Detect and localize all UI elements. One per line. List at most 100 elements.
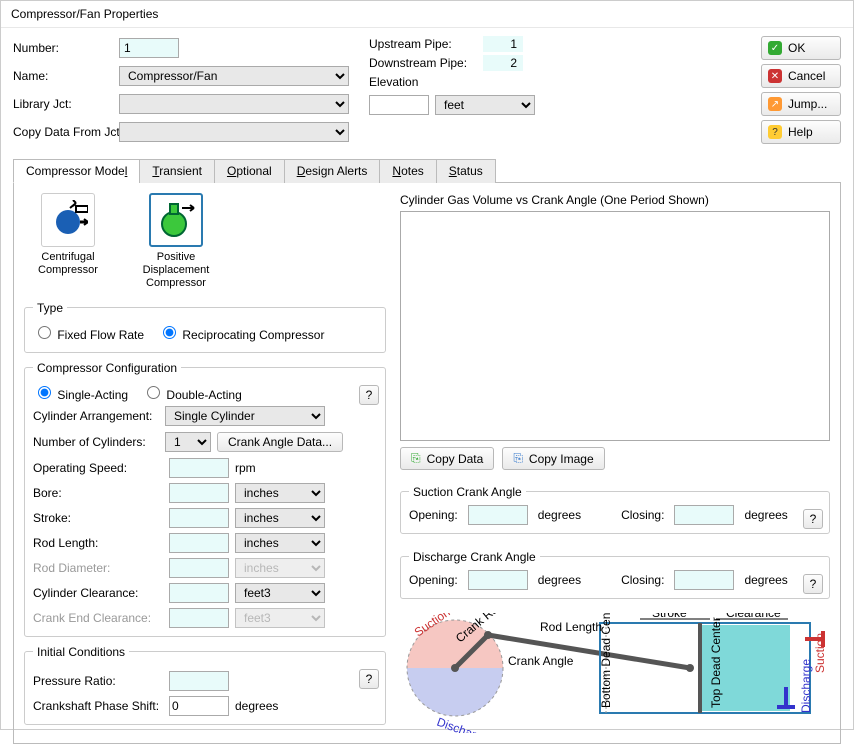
copy-data-icon: ⎘ (411, 451, 421, 466)
double-acting-label[interactable]: Double-Acting (142, 383, 242, 402)
recip-radio-label[interactable]: Reciprocating Compressor (158, 323, 324, 342)
initial-help-button[interactable]: ? (359, 669, 379, 689)
phase-unit: degrees (235, 699, 325, 713)
elevation-unit[interactable]: feet (435, 95, 535, 115)
bore-input[interactable] (169, 483, 229, 503)
plot-section: Cylinder Gas Volume vs Crank Angle (One … (400, 193, 830, 477)
pratio-input[interactable] (169, 671, 229, 691)
top-section: Number: Name: Compressor/Fan Library Jct… (13, 36, 841, 144)
cyl-arrange-label: Cylinder Arrangement: (33, 409, 159, 423)
discharge-legend: Discharge Crank Angle (409, 550, 540, 564)
discharge-help-button[interactable]: ? (803, 574, 823, 594)
help-button[interactable]: ?Help (761, 120, 841, 144)
bore-label: Bore: (33, 486, 163, 500)
copy-data-button[interactable]: ⎘Copy Data (400, 447, 494, 470)
ok-button[interactable]: ✓OK (761, 36, 841, 60)
numcyl-select[interactable]: 1 (165, 432, 211, 452)
tab-notes[interactable]: Notes (379, 159, 436, 183)
rodlen-unit[interactable]: inches (235, 533, 325, 553)
content-area: Number: Name: Compressor/Fan Library Jct… (1, 28, 853, 752)
tab-compressor-model[interactable]: Compressor Model (13, 159, 140, 183)
crankclear-unit: feet3 (235, 608, 325, 628)
name-select[interactable]: Compressor/Fan (119, 66, 349, 86)
left-column: Centrifugal Compressor Positive Displace… (24, 193, 386, 733)
suction-closing-input[interactable] (674, 505, 734, 525)
config-fieldset: Compressor Configuration ? Single-Acting… (24, 361, 386, 637)
suction-opening-label: Opening: (409, 508, 458, 522)
jump-button[interactable]: ↗Jump... (761, 92, 841, 116)
cylclear-unit[interactable]: feet3 (235, 583, 325, 603)
type-legend: Type (33, 301, 67, 315)
x-icon: ✕ (768, 69, 782, 83)
question-icon: ? (768, 125, 782, 139)
positive-disp-model-button[interactable]: Positive Displacement Compressor (132, 193, 220, 291)
stroke-label: Stroke: (33, 511, 163, 525)
svg-text:Discharge: Discharge (799, 658, 813, 712)
tab-status[interactable]: Status (436, 159, 496, 183)
svg-text:Stroke: Stroke (652, 613, 687, 620)
crankclear-label: Crank End Clearance: (33, 611, 163, 625)
config-legend: Compressor Configuration (33, 361, 181, 375)
upstream-value: 1 (483, 36, 523, 52)
number-input[interactable] (119, 38, 179, 58)
rodlen-input[interactable] (169, 533, 229, 553)
button-column: ✓OK ✕Cancel ↗Jump... ?Help (761, 36, 841, 144)
discharge-opening-label: Opening: (409, 573, 458, 587)
recip-radio[interactable] (163, 326, 176, 339)
cylclear-input[interactable] (169, 583, 229, 603)
suction-help-button[interactable]: ? (803, 509, 823, 529)
cancel-button[interactable]: ✕Cancel (761, 64, 841, 88)
roddia-input (169, 558, 229, 578)
positive-disp-label: Positive Displacement Compressor (132, 251, 220, 291)
initial-fieldset: Initial Conditions ? Pressure Ratio: Cra… (24, 645, 386, 725)
suction-opening-input[interactable] (468, 505, 528, 525)
fixed-flow-radio[interactable] (38, 326, 51, 339)
suction-opening-unit: degrees (538, 508, 581, 522)
single-acting-label[interactable]: Single-Acting (33, 383, 128, 402)
opspeed-input[interactable] (169, 458, 229, 478)
copydata-label: Copy Data From Jct... (13, 125, 113, 139)
discharge-closing-input[interactable] (674, 570, 734, 590)
crankclear-input (169, 608, 229, 628)
svg-text:Crank Angle: Crank Angle (508, 654, 574, 668)
elevation-input[interactable] (369, 95, 429, 115)
centrifugal-model-button[interactable]: Centrifugal Compressor (24, 193, 112, 291)
rodlen-label: Rod Length: (33, 536, 163, 550)
discharge-fieldset: Discharge Crank Angle ? Opening: degrees… (400, 550, 830, 599)
tab-body: Centrifugal Compressor Positive Displace… (13, 183, 841, 744)
fixed-flow-radio-label[interactable]: Fixed Flow Rate (33, 323, 144, 342)
svg-text:Clearance: Clearance (726, 613, 781, 620)
bore-unit[interactable]: inches (235, 483, 325, 503)
library-select[interactable] (119, 94, 349, 114)
svg-text:Suction: Suction (813, 633, 827, 673)
suction-fieldset: Suction Crank Angle ? Opening: degrees C… (400, 485, 830, 534)
right-column: Cylinder Gas Volume vs Crank Angle (One … (400, 193, 830, 733)
phase-label: Crankshaft Phase Shift: (33, 699, 163, 713)
cyl-arrange-select[interactable]: Single Cylinder (165, 406, 325, 426)
config-help-button[interactable]: ? (359, 385, 379, 405)
tab-transient[interactable]: Transient (139, 159, 215, 183)
dialog-window: Compressor/Fan Properties Number: Name: … (0, 0, 854, 730)
stroke-unit[interactable]: inches (235, 508, 325, 528)
copy-image-button[interactable]: ⎘Copy Image (502, 447, 604, 470)
copydata-select[interactable] (119, 122, 349, 142)
mechanism-diagram: Stroke Clearance Bottom Dead Center Top … (400, 613, 830, 733)
single-acting-radio[interactable] (38, 386, 51, 399)
crank-angle-data-button[interactable]: Crank Angle Data... (217, 432, 343, 452)
diagram-svg: Stroke Clearance Bottom Dead Center Top … (400, 613, 830, 733)
initial-legend: Initial Conditions (33, 645, 129, 659)
tab-optional[interactable]: Optional (214, 159, 285, 183)
tabstrip: Compressor Model Transient Optional Desi… (13, 158, 841, 183)
phase-input[interactable] (169, 696, 229, 716)
pratio-label: Pressure Ratio: (33, 674, 163, 688)
discharge-opening-input[interactable] (468, 570, 528, 590)
tab-design-alerts[interactable]: Design Alerts (284, 159, 381, 183)
roddia-label: Rod Diameter: (33, 561, 163, 575)
upstream-label: Upstream Pipe: (369, 37, 479, 51)
discharge-closing-label: Closing: (621, 573, 664, 587)
stroke-input[interactable] (169, 508, 229, 528)
centrifugal-icon (48, 200, 88, 240)
double-acting-radio[interactable] (147, 386, 160, 399)
plot-area (400, 211, 830, 441)
roddia-unit: inches (235, 558, 325, 578)
